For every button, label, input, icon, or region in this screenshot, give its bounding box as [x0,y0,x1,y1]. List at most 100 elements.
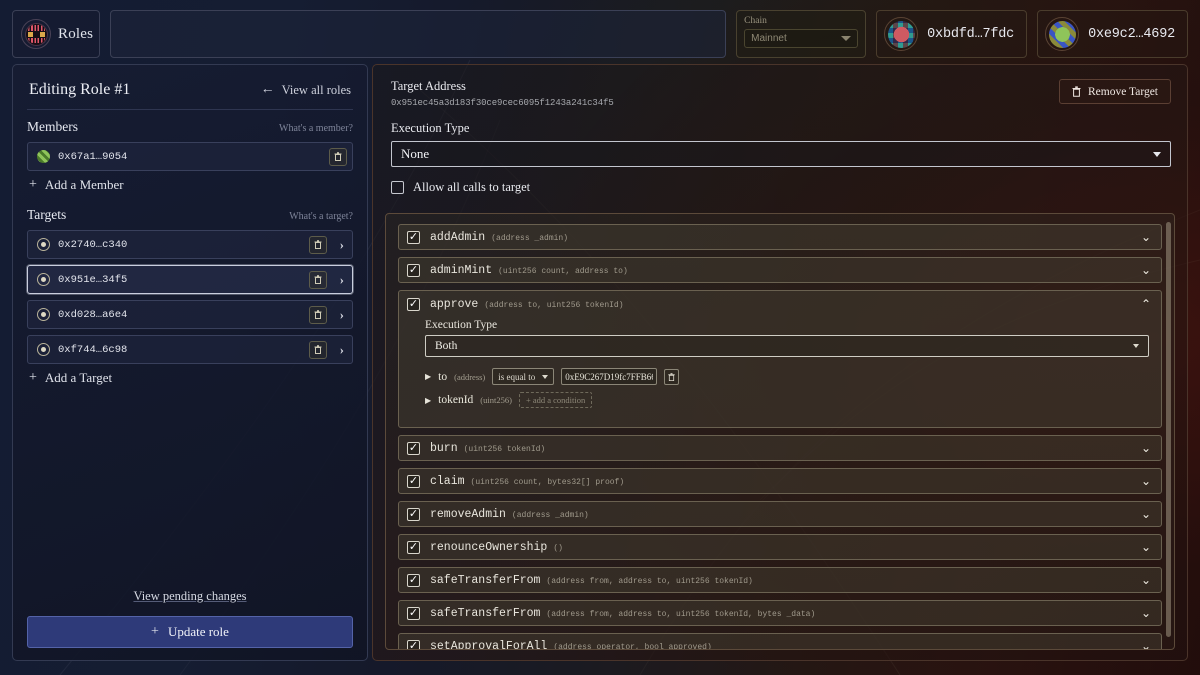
condition-operator-value: is equal to [498,371,536,382]
radio-icon [37,308,50,321]
function-row-removeAdmin[interactable]: ✓ removeAdmin (address _admin) ⌄ [398,501,1162,527]
function-name: approve [430,297,479,311]
function-row-renounceOwnership[interactable]: ✓ renounceOwnership () ⌄ [398,534,1162,560]
plus-icon: + [29,177,37,192]
target-address-1: 0x2740…c340 [58,238,128,251]
chevron-down-icon[interactable]: ⌄ [1141,474,1151,489]
delete-condition-button[interactable] [664,368,680,385]
allow-all-calls-row[interactable]: Allow all calls to target [391,180,1175,195]
search-input[interactable] [123,27,714,41]
function-checkbox[interactable]: ✓ [407,540,420,554]
view-pending-changes-link[interactable]: View pending changes [13,589,367,604]
function-name: safeTransferFrom [430,606,541,620]
target-row-3[interactable]: 0xd028…a6e4 › [27,300,353,329]
function-checkbox[interactable]: ✓ [407,263,420,277]
function-checkbox[interactable]: ✓ [407,573,420,587]
role-editor-header: Editing Role #1 ← View all roles [27,77,353,99]
function-execution-type-select[interactable]: Both [425,335,1149,357]
delete-target-button[interactable] [308,270,327,289]
member-row[interactable]: 0x67a1…9054 [27,142,353,171]
expand-triangle-icon[interactable]: ▶ [425,396,431,405]
function-checkbox[interactable]: ✓ [407,507,420,521]
function-row-claim[interactable]: ✓ claim (uint256 count, bytes32[] proof)… [398,468,1162,494]
targets-heading: Targets [27,207,67,222]
chevron-down-icon[interactable]: ⌄ [1141,573,1151,588]
chevron-down-icon[interactable]: ⌄ [1141,606,1151,621]
chevron-down-icon[interactable]: ⌄ [1141,441,1151,456]
function-checkbox[interactable]: ✓ [407,606,420,620]
function-signature: (uint256 tokenId) [463,444,546,454]
account-button-2[interactable]: 0xe9c2…4692 [1037,10,1188,58]
function-checkbox[interactable]: ✓ [407,441,420,455]
execution-type-select[interactable]: None [391,141,1171,167]
function-details: Execution Type Both ▶ to (address) is eq… [399,317,1161,427]
add-member-button[interactable]: + Add a Member [29,177,353,193]
chain-value: Mainnet [751,33,787,44]
chevron-down-icon[interactable]: ⌄ [1141,540,1151,555]
target-row-1[interactable]: 0x2740…c340 › [27,230,353,259]
condition-row-tokenId[interactable]: ▶ tokenId (uint256) + add a condition [425,392,1149,408]
function-signature: (address operator, bool approved) [553,642,712,650]
chevron-down-icon[interactable]: ⌄ [1141,230,1151,245]
update-role-button[interactable]: + Update role [27,616,353,648]
view-all-roles-link[interactable]: ← View all roles [261,82,351,98]
condition-operator-select[interactable]: is equal to [492,368,555,385]
remove-target-button[interactable]: Remove Target [1059,79,1171,104]
delete-member-button[interactable] [329,147,347,166]
function-name: safeTransferFrom [430,573,541,587]
delete-target-button[interactable] [308,235,327,254]
whats-a-target-link[interactable]: What's a target? [289,211,353,222]
chain-dropdown[interactable]: Mainnet [744,29,859,48]
account-button-1[interactable]: 0xbdfd…7fdc [876,10,1028,58]
delete-target-button[interactable] [308,340,327,359]
member-avatar [37,150,50,163]
plus-icon: + [29,370,37,385]
function-list[interactable]: ✓ addAdmin (address _admin) ⌄ ✓ adminMin… [385,213,1175,650]
function-checkbox[interactable]: ✓ [407,639,420,649]
search-bar[interactable] [110,10,727,58]
chevron-right-icon[interactable]: › [335,307,347,323]
target-row-2[interactable]: 0x951e…34f5 › [27,265,353,294]
chain-selector[interactable]: Chain Mainnet [736,10,867,58]
condition-param-name: to [438,370,448,383]
function-name: burn [430,441,458,455]
function-row-approve-header[interactable]: ✓ approve (address to, uint256 tokenId) … [399,291,1161,317]
condition-value-input[interactable] [561,368,658,385]
condition-row-to[interactable]: ▶ to (address) is equal to [425,368,1149,385]
function-row-approve[interactable]: ✓ approve (address to, uint256 tokenId) … [398,290,1162,428]
allow-all-calls-checkbox[interactable] [391,181,404,194]
chevron-right-icon[interactable]: › [335,237,347,253]
function-checkbox[interactable]: ✓ [407,297,420,311]
function-checkbox[interactable]: ✓ [407,230,420,244]
chevron-right-icon[interactable]: › [335,342,347,358]
function-row-burn[interactable]: ✓ burn (uint256 tokenId) ⌄ [398,435,1162,461]
whats-a-member-link[interactable]: What's a member? [279,123,353,134]
function-name: adminMint [430,263,493,277]
function-row-adminMint[interactable]: ✓ adminMint (uint256 count, address to) … [398,257,1162,283]
function-signature: (address to, uint256 tokenId) [484,300,624,310]
remove-target-label: Remove Target [1088,85,1158,98]
expand-triangle-icon[interactable]: ▶ [425,372,431,381]
function-checkbox[interactable]: ✓ [407,474,420,488]
function-row-safeTransferFrom-2[interactable]: ✓ safeTransferFrom (address from, addres… [398,600,1162,626]
function-row-addAdmin[interactable]: ✓ addAdmin (address _admin) ⌄ [398,224,1162,250]
function-row-safeTransferFrom-1[interactable]: ✓ safeTransferFrom (address from, addres… [398,567,1162,593]
chevron-down-icon[interactable]: ⌄ [1141,507,1151,522]
add-target-button[interactable]: + Add a Target [29,370,353,386]
target-row-4[interactable]: 0xf744…6c98 › [27,335,353,364]
add-condition-button[interactable]: + add a condition [518,392,593,408]
member-address: 0x67a1…9054 [58,150,128,163]
chevron-right-icon[interactable]: › [335,272,347,288]
function-row-setApprovalForAll[interactable]: ✓ setApprovalForAll (address operator, b… [398,633,1162,650]
delete-target-button[interactable] [308,305,327,324]
function-name: renounceOwnership [430,540,548,554]
chevron-down-icon[interactable]: ⌄ [1141,263,1151,278]
brand-logo-button[interactable]: Roles [12,10,100,58]
add-target-label: Add a Target [44,370,113,385]
radio-icon [37,238,50,251]
function-list-scrollbar[interactable] [1166,222,1171,637]
divider [27,109,353,110]
top-bar: Roles Chain Mainnet 0xbdfd…7fdc 0xe9c2…4… [0,0,1200,68]
chevron-up-icon[interactable]: ⌃ [1141,297,1151,312]
chevron-down-icon[interactable]: ⌄ [1141,639,1151,650]
